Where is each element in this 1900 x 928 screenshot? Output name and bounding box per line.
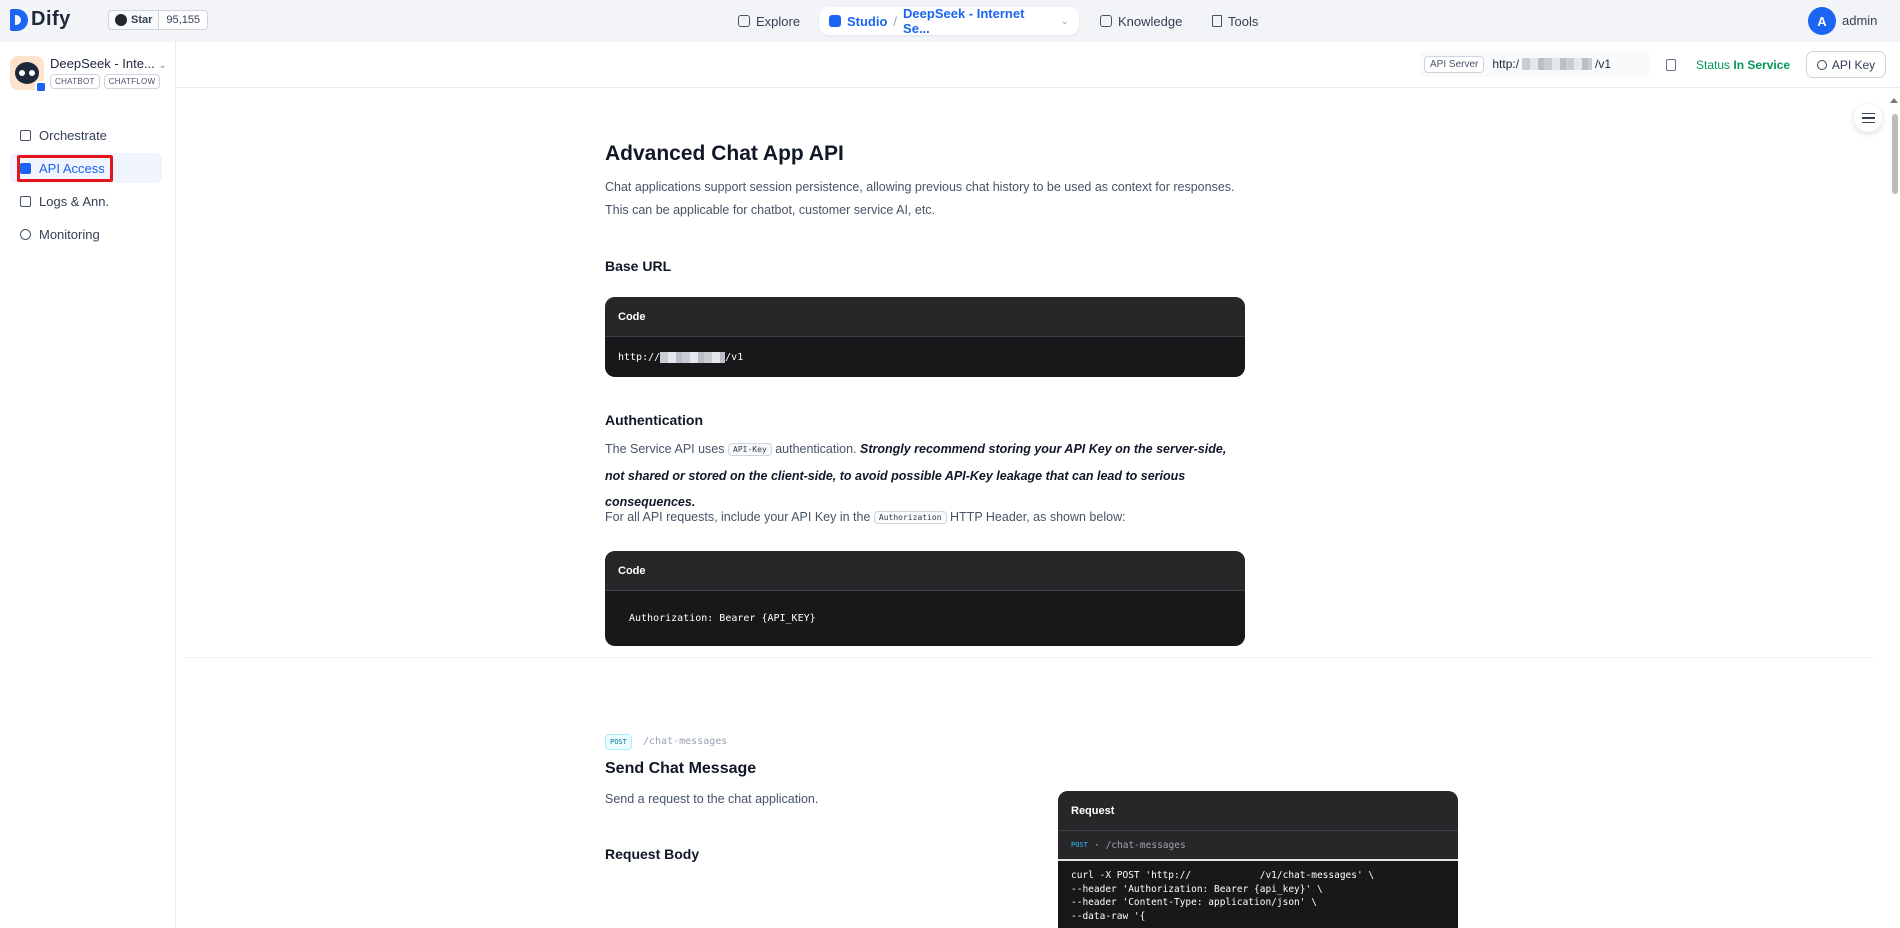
api-url-suffix: /v1 (1595, 57, 1612, 71)
base-url-code[interactable]: http:// /v1 (605, 337, 1245, 377)
api-server-url[interactable]: http:/ /v1 (1492, 57, 1611, 71)
request-panel-subheader: POST · /chat-messages (1058, 831, 1458, 861)
api-key-button-label: API Key (1831, 57, 1876, 72)
header-paragraph: For all API requests, include your API K… (605, 506, 1245, 529)
inline-code-authorization: Authorization (873, 511, 947, 525)
top-navigation: Dify Star 95,155 Explore Studio / DeepSe… (0, 0, 1900, 42)
dify-logo[interactable]: Dify (10, 8, 71, 31)
logo-text: Dify (31, 8, 71, 30)
auth-text: The Service API uses (605, 442, 725, 456)
auth-text: authentication. (775, 442, 857, 456)
sidebar-item-label: Monitoring (39, 226, 100, 242)
header-text: For all API requests, include your API K… (605, 510, 871, 524)
chevron-down-icon: ⌄ (158, 60, 167, 70)
sidebar-item-monitoring[interactable]: Monitoring (10, 219, 162, 249)
sidebar-menu: Orchestrate API Access Logs & Ann. Monit… (10, 120, 162, 252)
inline-code-api-key: API-Key (728, 442, 772, 456)
request-panel-title: Request (1058, 791, 1458, 831)
api-docs-content: Advanced Chat App API Chat applications … (176, 88, 1876, 928)
code-block-header: Code (605, 551, 1245, 591)
request-curl-code[interactable]: curl -X POST 'http:// /v1/chat-messages'… (1058, 861, 1458, 928)
chatflow-badge-icon (35, 81, 47, 93)
nav-explore[interactable]: Explore (738, 9, 800, 33)
terminal-icon (20, 162, 31, 174)
nav-studio[interactable]: Studio / DeepSeek - Internet Se... ⌄ (819, 6, 1079, 36)
orchestrate-icon (20, 129, 31, 141)
breadcrumb-separator: / (893, 13, 898, 29)
request-path: /chat-messages (1105, 839, 1186, 851)
username[interactable]: admin (1842, 13, 1877, 28)
monitoring-icon (20, 228, 31, 240)
auth-code-example[interactable]: Authorization: Bearer {API_KEY} (605, 591, 1245, 646)
nav-studio-label: Studio (846, 13, 888, 29)
app-icon (10, 56, 47, 93)
base-url-heading: Base URL (605, 258, 672, 274)
copy-icon[interactable] (1666, 59, 1676, 71)
chevron-down-icon[interactable]: ⌄ (1061, 16, 1069, 27)
auth-paragraph: The Service API uses API-Key authenticat… (605, 436, 1245, 515)
endpoint-path: /chat-messages (643, 736, 728, 747)
main-panel: API Server http:/ /v1 Status In Service … (176, 42, 1900, 928)
request-method: POST (1071, 841, 1088, 849)
github-star-button[interactable]: Star 95,155 (108, 10, 209, 30)
github-icon (115, 14, 127, 26)
base-url-prefix: http:// (618, 351, 661, 363)
github-star-label: Star (131, 14, 153, 26)
logs-icon (20, 195, 31, 207)
nav-tools-label: Tools (1228, 13, 1259, 29)
sidebar-item-logs[interactable]: Logs & Ann. (10, 186, 162, 216)
current-app-selector[interactable]: DeepSeek - Internet Se... (903, 6, 1055, 36)
app-name-label: DeepSeek - Inte... (50, 56, 155, 71)
redacted-host (1522, 58, 1593, 70)
key-icon (1816, 59, 1827, 70)
request-body-heading: Request Body (605, 846, 700, 862)
dify-logo-icon (10, 8, 28, 31)
nav-knowledge[interactable]: Knowledge (1100, 9, 1182, 33)
status-value: In Service (1733, 58, 1791, 72)
request-example-panel: Request POST · /chat-messages curl -X PO… (1058, 791, 1458, 928)
robot-icon (829, 15, 841, 27)
api-subheader: API Server http:/ /v1 Status In Service … (176, 42, 1900, 88)
intro-text: Chat applications support session persis… (605, 180, 1235, 217)
tag-chatflow: CHATFLOW (103, 74, 161, 89)
sidebar-item-label: Logs & Ann. (39, 193, 110, 209)
authentication-heading: Authentication (605, 412, 703, 428)
github-star-count: 95,155 (166, 14, 201, 26)
api-server-label: API Server (1424, 55, 1485, 73)
api-url-prefix: http:/ (1492, 57, 1520, 71)
base-url-suffix: /v1 (725, 351, 744, 363)
request-separator: · (1093, 839, 1100, 851)
sidebar-item-label: Orchestrate (39, 127, 107, 143)
api-server-field: API Server http:/ /v1 (1420, 51, 1650, 77)
base-url-code-block: Code http:// /v1 (605, 297, 1245, 377)
redacted-host (660, 351, 726, 363)
scroll-up-arrow[interactable] (1890, 98, 1898, 103)
api-key-button[interactable]: API Key (1806, 51, 1886, 78)
sidebar-item-api-access[interactable]: API Access (10, 153, 162, 183)
status-label: Status (1696, 58, 1731, 72)
code-block-header: Code (605, 297, 1245, 337)
status-badge: Status In Service (1696, 58, 1790, 72)
sidebar-item-label: API Access (39, 160, 105, 176)
avatar[interactable]: A (1808, 7, 1836, 35)
app-tags: CHATBOT CHATFLOW (50, 74, 161, 89)
nav-explore-label: Explore (756, 13, 801, 29)
sidebar: DeepSeek - Inte... ⌄ CHATBOT CHATFLOW Orc… (0, 42, 176, 928)
hammer-icon (1212, 15, 1222, 27)
compass-icon (738, 15, 750, 27)
nav-tools[interactable]: Tools (1212, 9, 1258, 33)
scrollbar-thumb[interactable] (1892, 114, 1898, 194)
tag-chatbot: CHATBOT (50, 74, 100, 89)
auth-code-block: Code Authorization: Bearer {API_KEY} (605, 551, 1245, 646)
sidebar-item-orchestrate[interactable]: Orchestrate (10, 120, 162, 150)
endpoint-title: Send Chat Message (605, 760, 757, 777)
app-name[interactable]: DeepSeek - Inte... ⌄ (50, 56, 166, 71)
book-icon (1100, 15, 1112, 27)
nav-knowledge-label: Knowledge (1118, 13, 1183, 29)
method-badge: POST (605, 734, 632, 750)
section-divider (184, 657, 1874, 658)
header-text: HTTP Header, as shown below: (950, 510, 1126, 524)
page-title: Advanced Chat App API (605, 142, 844, 165)
